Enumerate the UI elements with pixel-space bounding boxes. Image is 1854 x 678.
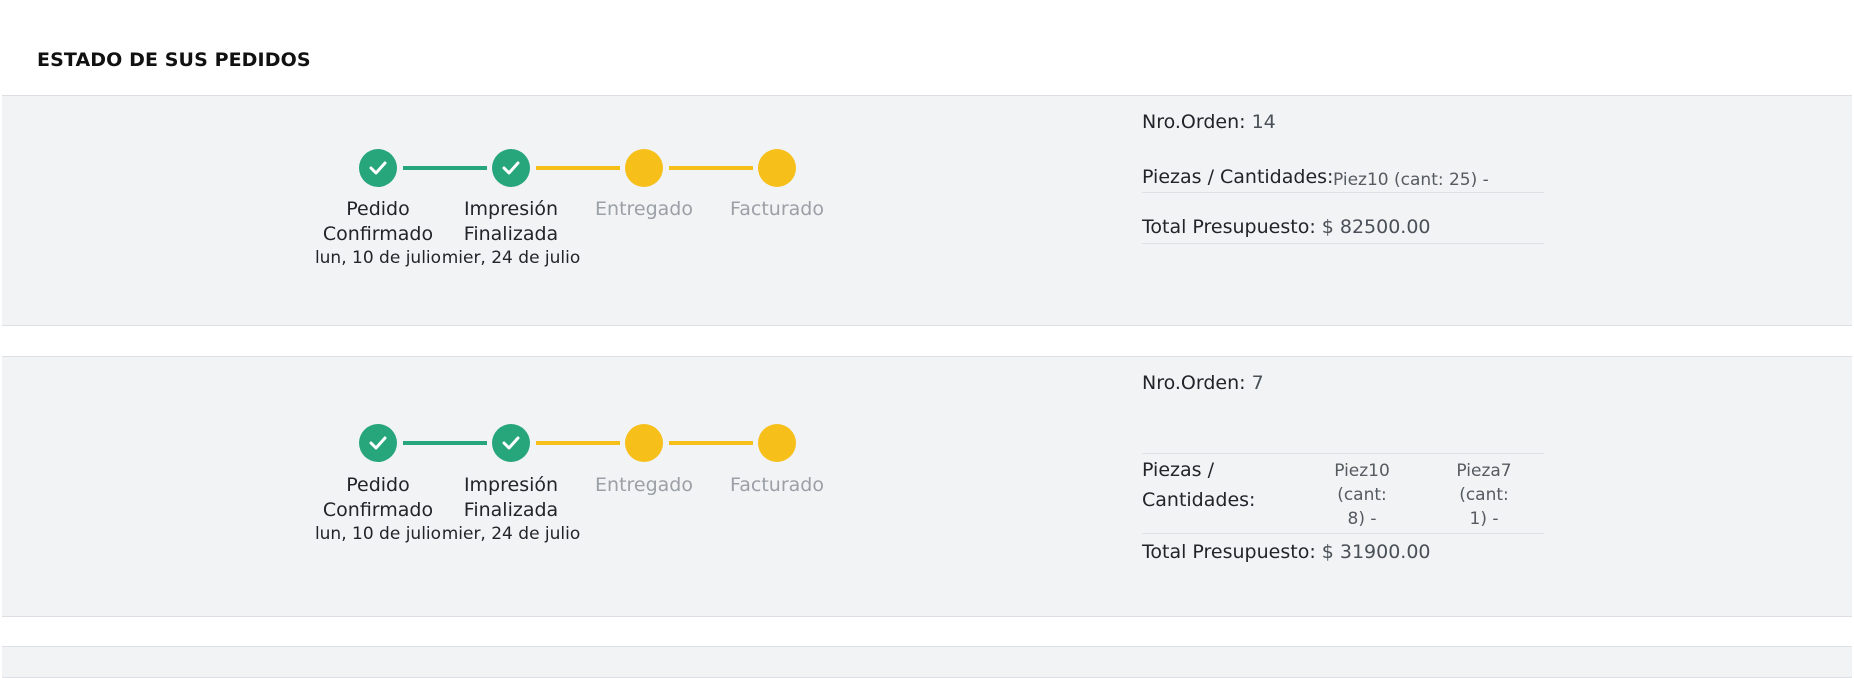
step-connector (669, 166, 753, 170)
step-invoiced-circle (758, 424, 796, 462)
step-connector (403, 441, 487, 445)
order-card (2, 646, 1852, 678)
step-label-printed: Impresión Finalizada (463, 474, 559, 521)
step-label-confirmed: Pedido Confirmado (322, 198, 434, 245)
order-number-label: Nro.Orden: (1142, 372, 1246, 394)
divider (1142, 533, 1544, 534)
step-date-confirmed: lun, 10 de julio (314, 524, 442, 544)
step-label-printed: Impresión Finalizada (463, 198, 559, 245)
order-number-value: 14 (1251, 111, 1276, 133)
total-value: $ 82500.00 (1321, 216, 1431, 238)
step-printed-check-icon (492, 424, 530, 462)
step-connector (403, 166, 487, 170)
total-label: Total Presupuesto: (1142, 541, 1316, 563)
total-label: Total Presupuesto: (1142, 216, 1316, 238)
step-label-invoiced: Facturado (730, 474, 824, 496)
piece-item: Piez10 (cant: 8) - (1334, 461, 1390, 529)
step-connector (536, 166, 620, 170)
order-number-row: Nro.Orden: 14 (1142, 111, 1276, 133)
step-date-printed: mier, 24 de julio (441, 248, 581, 268)
step-label-invoiced: Facturado (730, 198, 824, 220)
step-label-confirmed: Pedido Confirmado (322, 474, 434, 521)
step-invoiced-circle (758, 149, 796, 187)
step-confirmed-check-icon (359, 424, 397, 462)
step-connector (669, 441, 753, 445)
pieces-label: Piezas / Cantidades: (1142, 166, 1334, 188)
step-delivered-circle (625, 149, 663, 187)
divider (1142, 243, 1544, 244)
order-number-row: Nro.Orden: 7 (1142, 372, 1264, 394)
step-label-delivered: Entregado (595, 198, 693, 220)
step-delivered-circle (625, 424, 663, 462)
divider (1142, 453, 1544, 454)
step-label-delivered: Entregado (595, 474, 693, 496)
piece-item: Piez10 (cant: 25) - (1333, 170, 1489, 190)
step-date-confirmed: lun, 10 de julio (314, 248, 442, 268)
total-row: Total Presupuesto: $ 82500.00 (1142, 216, 1431, 238)
step-printed-check-icon (492, 149, 530, 187)
order-card: Pedido Confirmado lun, 10 de julio Impres… (2, 95, 1852, 326)
divider (1142, 192, 1544, 193)
order-number-value: 7 (1251, 372, 1264, 394)
total-value: $ 31900.00 (1321, 541, 1431, 563)
step-confirmed-check-icon (359, 149, 397, 187)
order-card: Pedido Confirmado lun, 10 de julio Impres… (2, 356, 1852, 617)
order-number-label: Nro.Orden: (1142, 111, 1246, 133)
pieces-label: Piezas / Cantidades: (1142, 459, 1256, 511)
piece-item: Pieza7 (cant: 1) - (1456, 461, 1512, 529)
step-date-printed: mier, 24 de julio (441, 524, 581, 544)
total-row: Total Presupuesto: $ 31900.00 (1142, 541, 1431, 563)
step-connector (536, 441, 620, 445)
page-title: ESTADO DE SUS PEDIDOS (37, 49, 311, 71)
